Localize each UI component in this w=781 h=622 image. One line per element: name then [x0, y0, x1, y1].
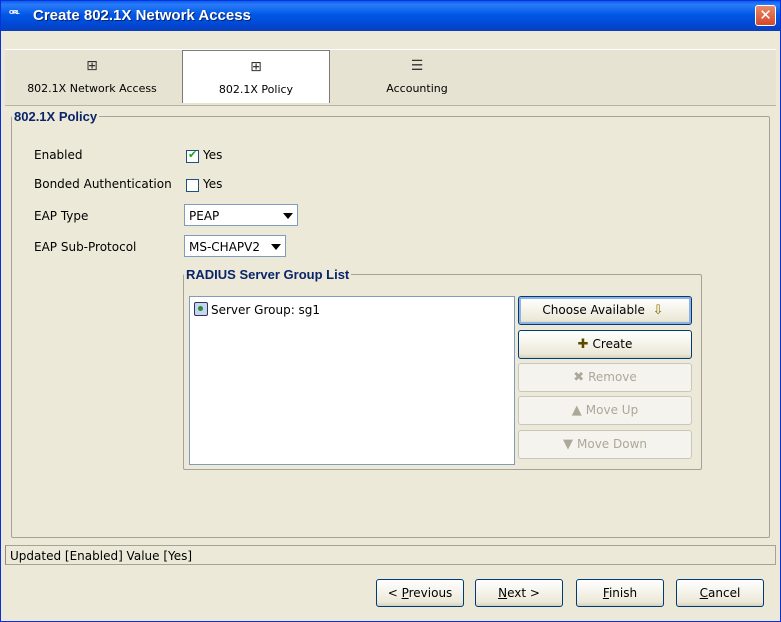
arrow-down-icon: ▼: [563, 437, 573, 452]
move-down-label: Move Down: [577, 437, 647, 451]
enabled-label: Enabled: [34, 148, 83, 162]
remove-icon: ✖: [573, 370, 585, 385]
cancel-mnemonic: C: [699, 586, 709, 600]
tab-accounting[interactable]: ☰ Accounting: [347, 50, 487, 103]
choose-available-button[interactable]: Choose Available ⇩: [518, 296, 692, 325]
enabled-value: Yes: [203, 148, 223, 162]
finish-button[interactable]: Finish: [576, 579, 664, 607]
content-panel: 802.1X Policy Enabled Yes Bonded Authent…: [5, 105, 776, 542]
policy-legend: 802.1X Policy: [14, 109, 98, 124]
move-up-button[interactable]: ▲ Move Up: [518, 396, 692, 425]
window-title: Create 802.1X Network Access: [33, 7, 251, 24]
wizard-footer: < Previous Next > Finish Cancel: [5, 567, 776, 621]
eap-type-label: EAP Type: [34, 209, 89, 223]
stack-icon: ☰: [410, 58, 424, 74]
move-up-label: Move Up: [585, 403, 639, 417]
eap-type-select[interactable]: PEAP: [184, 204, 298, 226]
next-mnemonic: N: [498, 586, 508, 600]
create-button[interactable]: ✚ Create: [518, 330, 692, 359]
create-label: Create: [592, 337, 633, 351]
choose-available-label: Choose Available: [542, 303, 645, 317]
bonded-value: Yes: [203, 177, 223, 191]
bonded-checkbox[interactable]: [186, 179, 199, 192]
tab-label: 802.1X Policy: [218, 83, 294, 96]
grid-icon: ⊞: [86, 58, 98, 74]
bonded-label: Bonded Authentication: [34, 177, 172, 191]
status-text: Updated [Enabled] Value [Yes]: [10, 549, 193, 563]
status-bar: Updated [Enabled] Value [Yes]: [5, 545, 776, 565]
eap-sub-protocol-value: MS-CHAPV2: [189, 240, 260, 254]
cancel-label: ancel: [708, 586, 741, 600]
next-label: ext >: [507, 586, 540, 600]
remove-button[interactable]: ✖ Remove: [518, 363, 692, 392]
radius-legend: RADIUS Server Group List: [186, 267, 350, 282]
enabled-checkbox[interactable]: [186, 148, 199, 163]
previous-mnemonic: P: [401, 586, 409, 600]
previous-prefix: <: [387, 586, 402, 600]
list-item[interactable]: Server Group: sg1: [194, 302, 320, 317]
server-group-list[interactable]: Server Group: sg1: [189, 296, 515, 465]
move-down-button[interactable]: ▼ Move Down: [518, 430, 692, 459]
list-item-label: Server Group: sg1: [211, 303, 321, 317]
next-button[interactable]: Next >: [475, 579, 563, 607]
finish-label: inish: [608, 586, 638, 600]
arrow-up-icon: ▲: [571, 403, 582, 418]
previous-button[interactable]: < Previous: [376, 579, 464, 607]
create-icon: ✚: [577, 337, 589, 352]
wizard-steps: ⊞ 802.1X Network Access ⊞ 802.1X Policy …: [5, 49, 776, 106]
eap-sub-protocol-select[interactable]: MS-CHAPV2: [184, 235, 286, 257]
tab-802-1x-network-access[interactable]: ⊞ 802.1X Network Access: [5, 50, 179, 103]
eap-sub-protocol-label: EAP Sub-Protocol: [34, 240, 137, 254]
server-group-icon: [194, 302, 208, 316]
cancel-button[interactable]: Cancel: [676, 579, 764, 607]
eap-type-value: PEAP: [189, 209, 220, 223]
chevron-down-icon: [271, 244, 281, 250]
dialog-window: ᴼᴿᴸ Create 802.1X Network Access ✕ ⊞ 802…: [0, 0, 781, 622]
chevron-down-icon: [283, 213, 293, 219]
previous-label: revious: [408, 586, 453, 600]
title-bar[interactable]: ᴼᴿᴸ Create 802.1X Network Access ✕: [1, 1, 780, 31]
close-button[interactable]: ✕: [755, 5, 776, 26]
grid-icon: ⊞: [250, 59, 262, 75]
remove-label: Remove: [588, 370, 637, 384]
tab-802-1x-policy[interactable]: ⊞ 802.1X Policy: [182, 50, 330, 103]
tab-label: Accounting: [386, 82, 448, 95]
choose-list-icon: ⇩: [652, 303, 664, 318]
app-logo-icon: ᴼᴿᴸ: [9, 10, 20, 20]
tab-label: 802.1X Network Access: [27, 82, 157, 95]
